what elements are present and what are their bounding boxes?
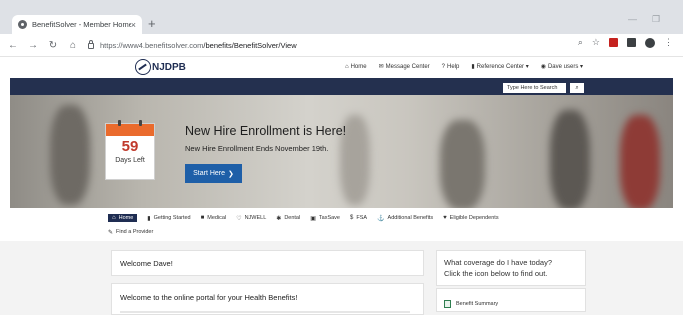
url-path: /benefits/BenefitSolver/View bbox=[203, 40, 297, 50]
pen-icon: ✎ bbox=[108, 229, 114, 236]
heart-icon: ♥ bbox=[443, 215, 447, 221]
money-icon: ▣ bbox=[310, 215, 316, 222]
star-icon[interactable]: ☆ bbox=[592, 37, 600, 48]
home-icon: ⌂ bbox=[112, 215, 116, 221]
nav-dental[interactable]: ✱ Dental bbox=[276, 215, 300, 222]
welcome-text: Welcome Dave! bbox=[120, 259, 173, 268]
days-label: Days Left bbox=[115, 157, 145, 164]
envelope-icon: ✉ bbox=[378, 64, 384, 70]
days-count: 59 bbox=[121, 138, 139, 155]
site-search-input[interactable]: Type Here to Search bbox=[503, 83, 566, 93]
hero-title: New Hire Enrollment is Here! bbox=[185, 124, 347, 138]
reload-icon[interactable]: ↻ bbox=[46, 40, 60, 51]
bookmark-icon: ▮ bbox=[147, 215, 151, 222]
benefits-nav: ⌂ Home ▮ Getting Started ■ Medical ♡ NJWELL … bbox=[108, 212, 588, 238]
nav-getting-started[interactable]: ▮ Getting Started bbox=[147, 215, 190, 222]
forward-icon[interactable]: → bbox=[26, 40, 40, 51]
maximize-icon[interactable]: ❐ bbox=[652, 14, 660, 25]
nav-fsa[interactable]: $ FSA bbox=[350, 215, 367, 221]
topnav-message-center[interactable]: ✉ Message Center bbox=[378, 63, 430, 71]
browser-tabstrip: BenefitSolver - Member Home × + — ❐ bbox=[0, 0, 683, 34]
extension-icon[interactable] bbox=[627, 38, 636, 47]
book-icon: ▮ bbox=[471, 64, 475, 70]
anchor-icon: ⚓ bbox=[377, 215, 385, 222]
benefit-summary-link[interactable]: Benefit Summary bbox=[436, 288, 586, 312]
lock-icon bbox=[88, 40, 94, 49]
coverage-card: What coverage do I have today? Click the… bbox=[436, 250, 586, 286]
tooth-icon: ✱ bbox=[276, 215, 282, 222]
tab-title: BenefitSolver - Member Home bbox=[32, 20, 131, 29]
hero-subtitle: New Hire Enrollment Ends November 19th. bbox=[185, 144, 329, 153]
menu-icon[interactable]: ⋮ bbox=[664, 37, 673, 48]
profile-icon[interactable] bbox=[645, 37, 655, 48]
chevron-right-icon: ❯ bbox=[228, 170, 234, 178]
user-icon: ◉ bbox=[540, 64, 546, 70]
document-icon bbox=[444, 299, 451, 308]
top-nav: ⌂ Home ✉ Message Center ? Help ▮ Reference C… bbox=[345, 63, 583, 71]
browser-tab[interactable]: BenefitSolver - Member Home × bbox=[12, 15, 142, 34]
topnav-user-menu[interactable]: ◉ Dave users ▾ bbox=[541, 63, 583, 70]
start-here-button[interactable]: Start Here ❯ bbox=[185, 164, 242, 183]
url-host: https://www4.benefitsolver.com bbox=[100, 40, 204, 50]
days-left-calendar: 59 Days Left bbox=[105, 120, 155, 180]
nav-njwell[interactable]: ♡ NJWELL bbox=[236, 215, 266, 222]
logo-text: NJDPB bbox=[152, 61, 186, 73]
new-tab-button[interactable]: + bbox=[148, 15, 156, 33]
background-figure bbox=[50, 105, 90, 205]
logo-mark-icon bbox=[135, 59, 151, 75]
benefit-summary-label: Benefit Summary bbox=[456, 300, 499, 307]
dollar-icon: $ bbox=[350, 215, 354, 221]
nav-find-a-provider[interactable]: ✎ Find a Provider bbox=[108, 229, 153, 236]
nav-additional-benefits[interactable]: ⚓ Additional Benefits bbox=[377, 215, 433, 222]
pdf-extension-icon[interactable] bbox=[609, 38, 618, 47]
background-figure bbox=[440, 120, 485, 208]
nav-home[interactable]: ⌂ Home bbox=[108, 214, 138, 222]
favicon-icon bbox=[18, 20, 27, 29]
topnav-home[interactable]: ⌂ Home bbox=[345, 63, 367, 70]
help-icon: ? bbox=[441, 63, 446, 70]
coverage-question: What coverage do I have today? bbox=[444, 258, 552, 267]
nav-eligible-dependents[interactable]: ♥ Eligible Dependents bbox=[443, 215, 499, 221]
portal-heading: Welcome to the online portal for your He… bbox=[120, 293, 298, 302]
topnav-reference-center[interactable]: ▮ Reference Center ▾ bbox=[471, 63, 528, 70]
nav-taxsave[interactable]: ▣ TaxSave bbox=[310, 215, 340, 222]
topnav-help[interactable]: ? Help bbox=[442, 63, 460, 70]
welcome-card: Welcome Dave! bbox=[111, 250, 424, 276]
browser-actions: ⌕ ☆ ⋮ bbox=[578, 37, 673, 48]
home-browser-icon[interactable]: ⌂ bbox=[66, 40, 80, 51]
coverage-hint: Click the icon below to find out. bbox=[444, 269, 548, 278]
background-figure bbox=[620, 115, 660, 208]
portal-text-line bbox=[120, 311, 410, 313]
zoom-icon[interactable]: ⌕ bbox=[578, 37, 583, 48]
tab-close-icon[interactable]: × bbox=[131, 20, 136, 30]
nav-medical[interactable]: ■ Medical bbox=[201, 215, 227, 221]
calendar-header bbox=[106, 120, 154, 136]
heartbeat-icon: ♡ bbox=[236, 215, 242, 222]
background-figure bbox=[550, 110, 590, 208]
njdpb-logo[interactable]: NJDPB bbox=[135, 59, 186, 75]
medkit-icon: ■ bbox=[200, 215, 205, 221]
back-icon[interactable]: ← bbox=[6, 40, 20, 51]
portal-card: Welcome to the online portal for your He… bbox=[111, 283, 424, 315]
home-icon: ⌂ bbox=[344, 63, 349, 70]
search-icon[interactable]: ⌕ bbox=[570, 83, 584, 93]
site-header: NJDPB ⌂ Home ✉ Message Center ? Help ▮ Refer… bbox=[0, 56, 683, 78]
minimize-icon[interactable]: — bbox=[628, 14, 637, 24]
